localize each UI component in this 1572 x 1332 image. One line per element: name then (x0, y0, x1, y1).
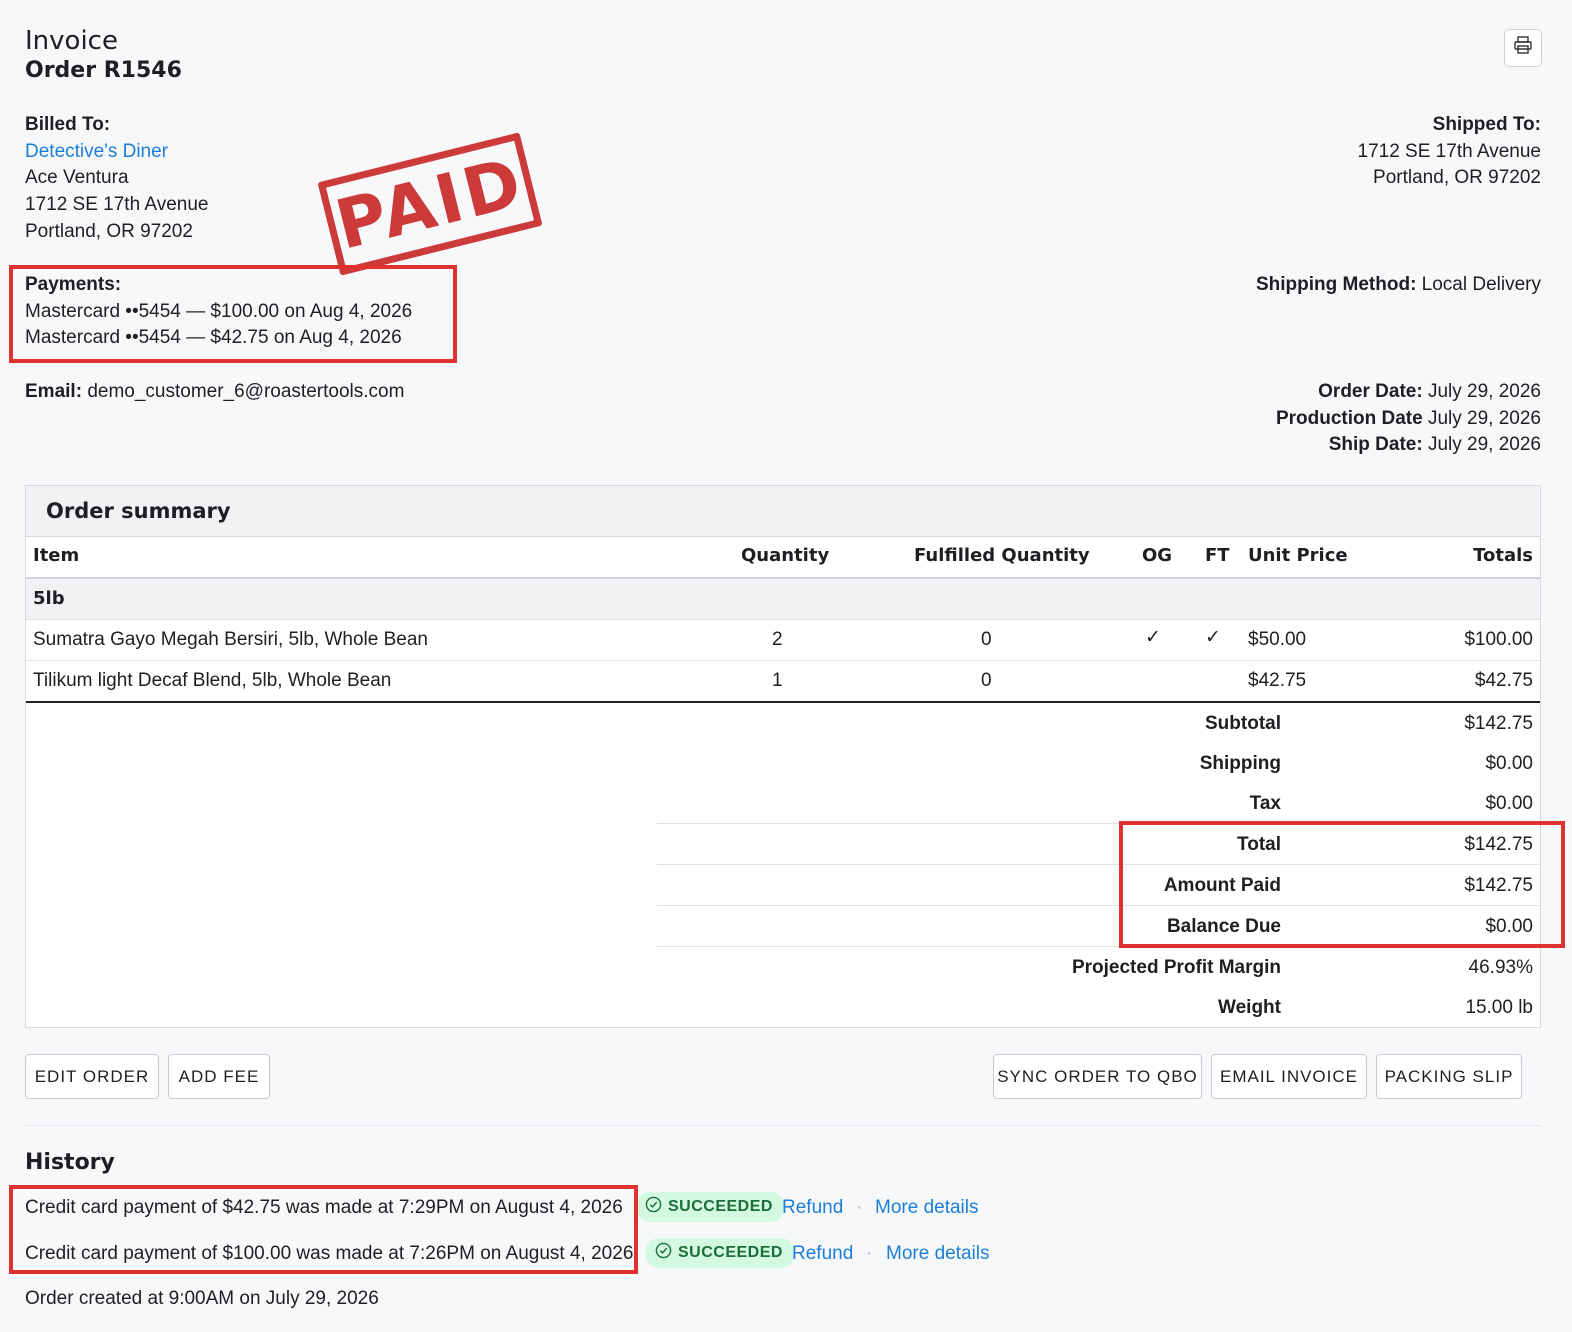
section-divider (25, 1125, 1541, 1126)
subtotal-label: Subtotal (1205, 713, 1281, 734)
shipping-label: Shipping (1199, 753, 1281, 774)
edit-order-button[interactable]: EDIT ORDER (25, 1054, 159, 1099)
row-quantity: 2 (772, 629, 783, 650)
check-circle-icon (645, 1196, 662, 1218)
weight-label: Weight (1218, 997, 1281, 1018)
subtotal-value: $142.75 (1464, 713, 1533, 734)
group-row (26, 579, 1540, 620)
highlight-box-history (9, 1185, 638, 1274)
col-item: Item (33, 545, 80, 566)
production-date: July 29, 2026 (1427, 407, 1541, 429)
row-quantity: 1 (772, 670, 783, 691)
col-ft: FT (1205, 545, 1230, 566)
profit-margin-value: 46.93% (1468, 957, 1533, 978)
row-fulfilled: 0 (981, 629, 992, 650)
order-summary-title: Order summary (26, 486, 1540, 537)
separator-dot: · (856, 1197, 863, 1218)
sync-qbo-button[interactable]: SYNC ORDER TO QBO (993, 1054, 1202, 1099)
print-button[interactable] (1504, 29, 1542, 67)
billing-city: Portland, OR 97202 (25, 220, 193, 242)
order-created-entry: Order created at 9:00AM on July 29, 2026 (25, 1288, 379, 1309)
col-totals: Totals (1473, 545, 1533, 566)
status-badge: SUCCEEDED (635, 1192, 785, 1222)
shipped-to-block: Shipped To: 1712 SE 17th Avenue Portland… (1358, 112, 1541, 192)
production-date-label: Production Date (1275, 407, 1423, 429)
order-number: Order R1546 (25, 58, 182, 83)
row-item: Sumatra Gayo Megah Bersiri, 5lb, Whole B… (33, 629, 428, 650)
customer-link[interactable]: Detective's Diner (25, 139, 208, 166)
row-unit-price: $50.00 (1248, 629, 1307, 650)
shipped-to-label: Shipped To: (1432, 114, 1541, 135)
email-value: demo_customer_6@roastertools.com (87, 381, 405, 402)
weight-value: 15.00 lb (1465, 997, 1533, 1018)
col-og: OG (1142, 545, 1173, 566)
highlight-box-payments (9, 265, 457, 363)
ship-date: July 29, 2026 (1427, 434, 1541, 456)
row-fulfilled: 0 (981, 670, 992, 691)
more-details-link[interactable]: More details (875, 1197, 979, 1219)
tax-label: Tax (1249, 793, 1281, 814)
ship-date-label: Ship Date: (1328, 434, 1423, 456)
col-fulfilled-quantity: Fulfilled Quantity (914, 545, 1090, 566)
status-label: SUCCEEDED (668, 1198, 773, 1215)
profit-margin-label: Projected Profit Margin (1071, 957, 1281, 978)
email-invoice-button[interactable]: EMAIL INVOICE (1211, 1054, 1367, 1099)
more-details-link[interactable]: More details (886, 1243, 990, 1265)
billed-to-label: Billed To: (25, 114, 111, 135)
add-fee-button[interactable]: ADD FEE (168, 1054, 270, 1099)
shipping-method-value: Local Delivery (1421, 274, 1541, 295)
row-unit-price: $42.75 (1248, 670, 1307, 691)
status-label: SUCCEEDED (678, 1244, 783, 1261)
shipping-street: 1712 SE 17th Avenue (1357, 140, 1541, 162)
separator-dot: · (866, 1243, 873, 1264)
order-date: July 29, 2026 (1427, 381, 1541, 402)
row-total: $42.75 (1474, 670, 1533, 691)
highlight-box-totals (1119, 821, 1565, 948)
paid-stamp: PAID (317, 132, 543, 276)
col-unit-price: Unit Price (1248, 545, 1348, 566)
shipping-method-label: Shipping Method: (1255, 274, 1417, 295)
group-label: 5lb (33, 588, 65, 609)
ft-check-icon: ✓ (1205, 627, 1221, 648)
order-date-label: Order Date: (1318, 381, 1423, 402)
col-quantity: Quantity (741, 545, 830, 566)
og-check-icon: ✓ (1145, 627, 1161, 648)
check-circle-icon (655, 1242, 672, 1264)
email-label: Email: (25, 381, 83, 402)
history-title: History (25, 1150, 115, 1175)
invoice-title: Invoice (25, 26, 118, 56)
row-divider (26, 660, 1540, 661)
refund-link[interactable]: Refund (792, 1243, 853, 1265)
packing-slip-button[interactable]: PACKING SLIP (1376, 1054, 1522, 1099)
shipping-value: $0.00 (1485, 753, 1533, 774)
refund-link[interactable]: Refund (782, 1197, 843, 1219)
billing-street: 1712 SE 17th Avenue (25, 194, 209, 216)
tax-value: $0.00 (1485, 793, 1533, 814)
billing-name: Ace Ventura (25, 167, 129, 189)
row-divider (26, 619, 1540, 620)
email-row: Email: demo_customer_6@roastertools.com (25, 379, 404, 406)
shipping-city: Portland, OR 97202 (1373, 167, 1541, 189)
table-bottom-rule (26, 701, 1540, 703)
dates-block: Order Date: July 29, 2026 Production Dat… (1276, 379, 1541, 459)
row-total: $100.00 (1464, 629, 1533, 650)
billed-to-block: Billed To: Detective's Diner Ace Ventura… (25, 112, 208, 246)
shipping-method: Shipping Method: Local Delivery (1256, 272, 1541, 299)
status-badge: SUCCEEDED (645, 1238, 795, 1268)
printer-icon (1513, 35, 1533, 61)
row-item: Tilikum light Decaf Blend, 5lb, Whole Be… (33, 670, 392, 691)
